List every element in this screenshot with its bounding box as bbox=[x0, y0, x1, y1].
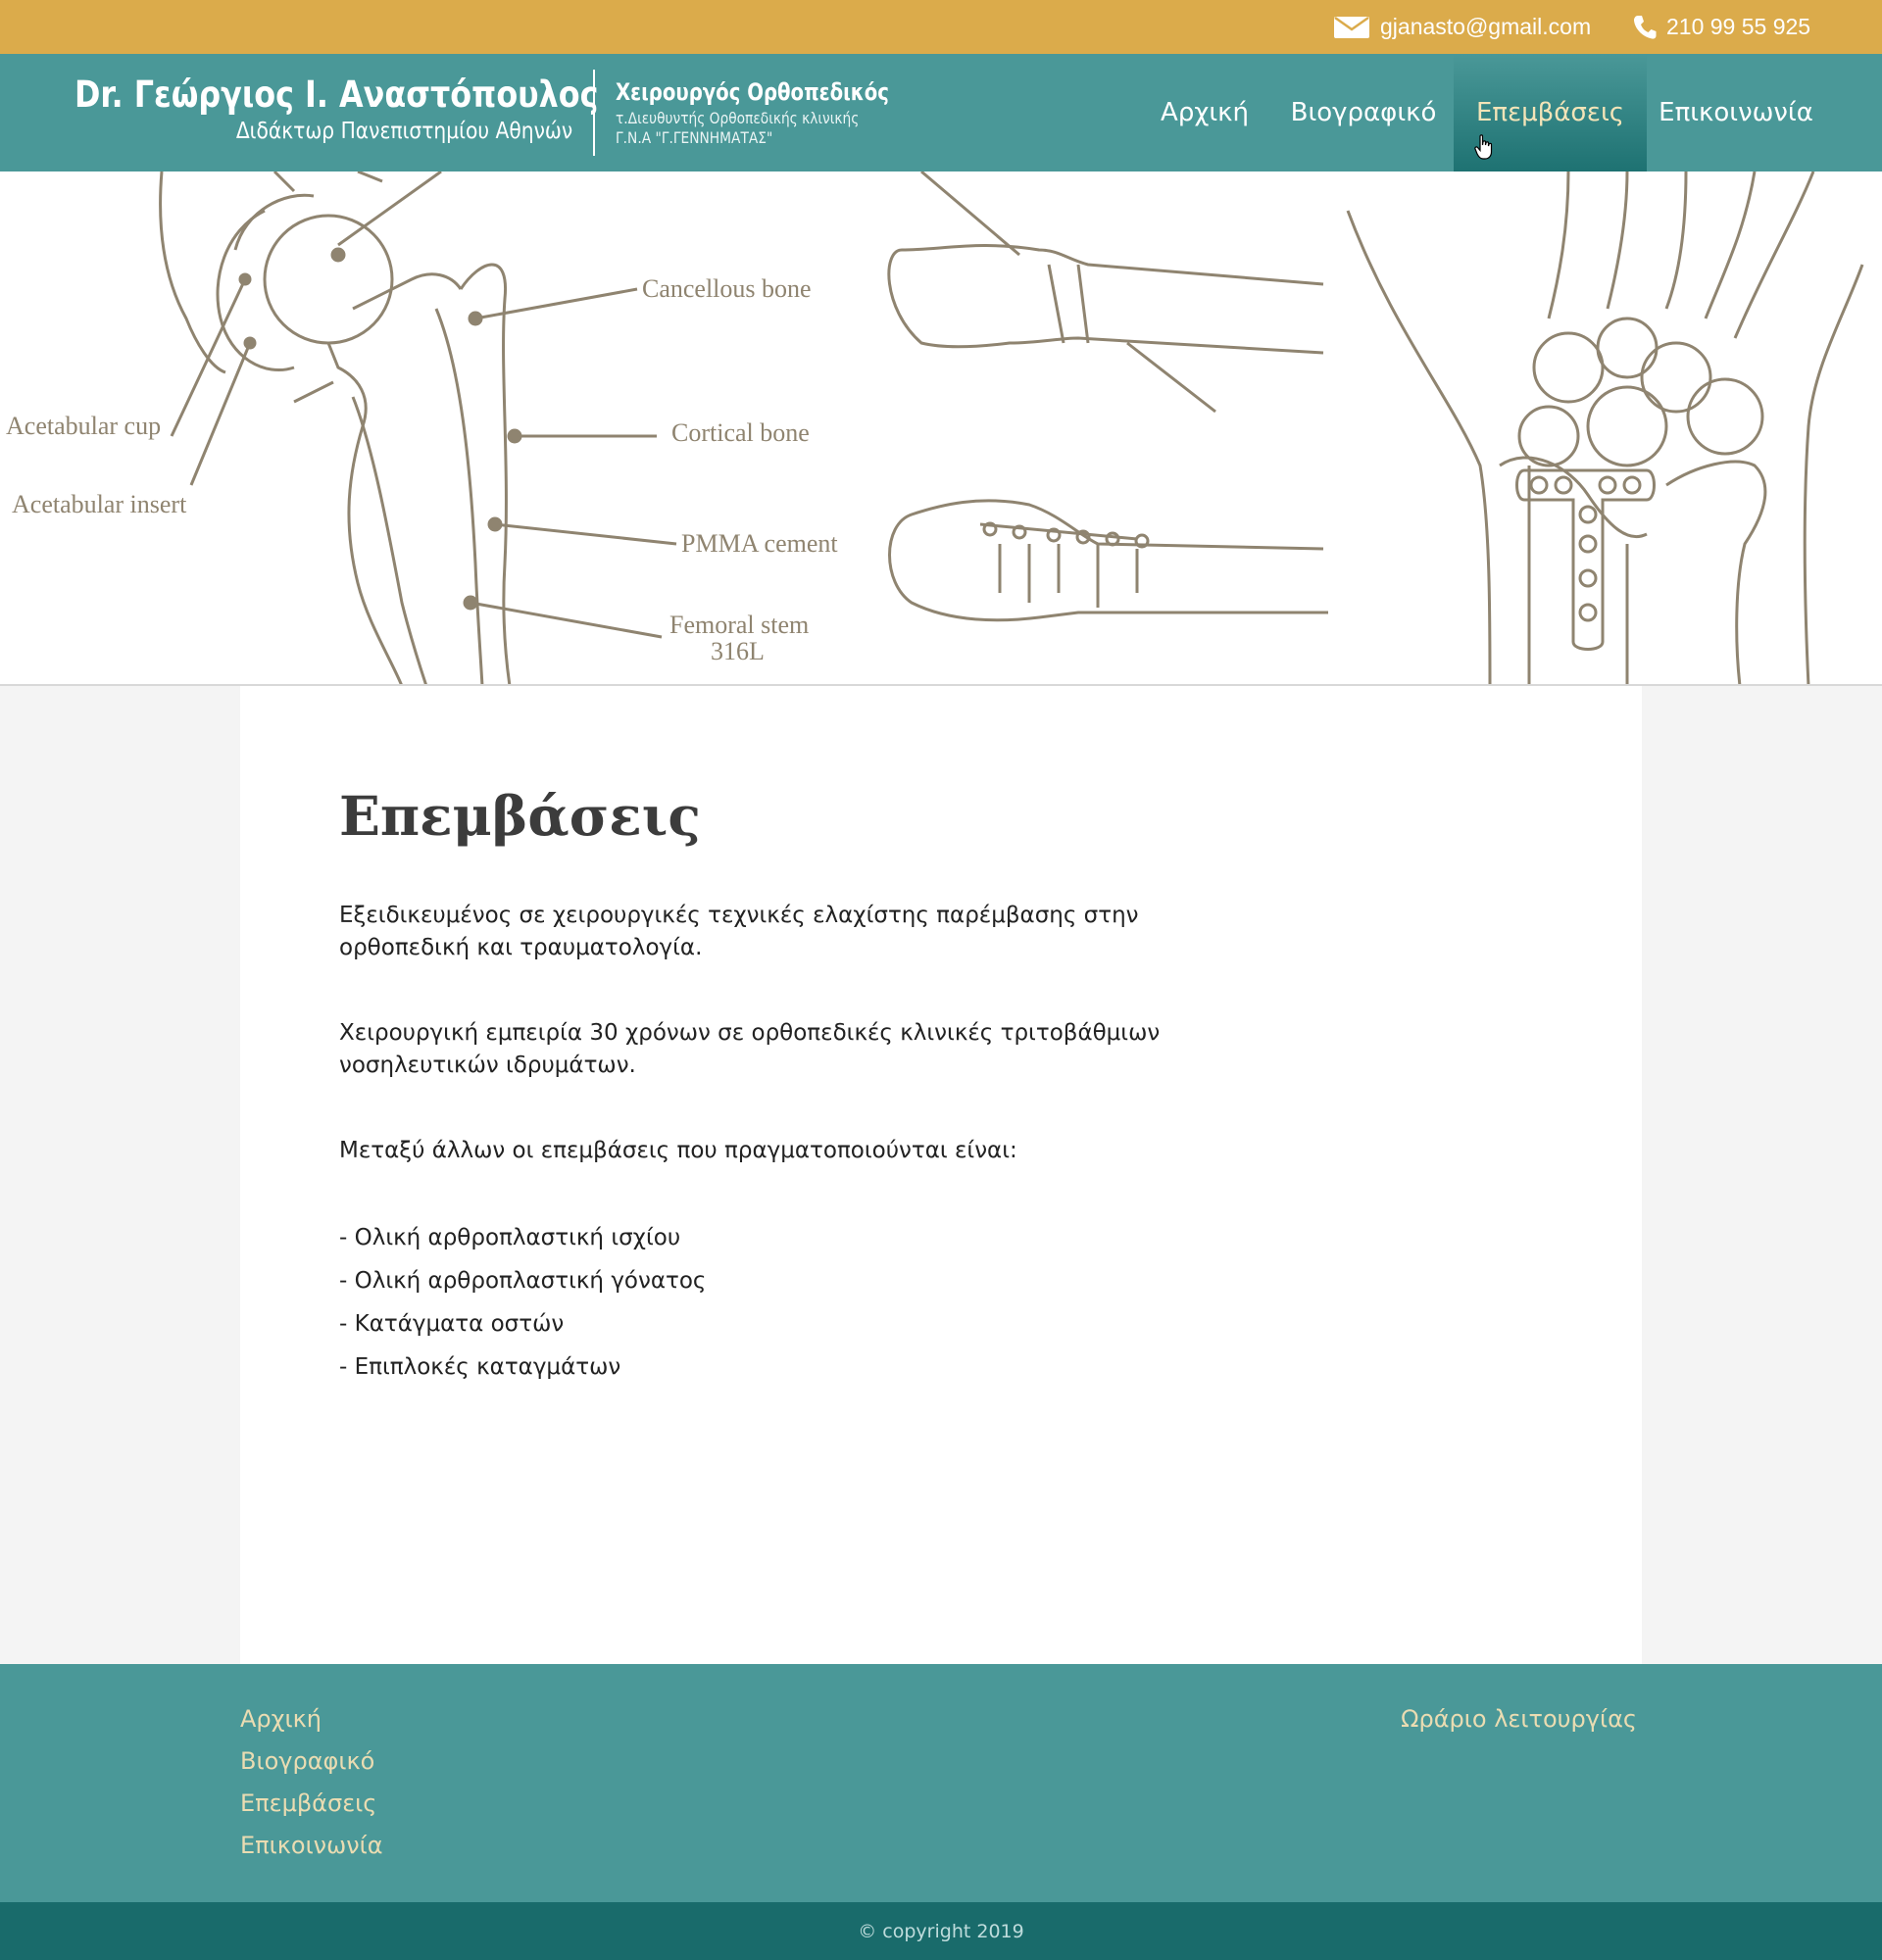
operations-list: - Ολική αρθροπλαστική ισχίου - Ολική αρθ… bbox=[339, 1220, 706, 1393]
doctor-name[interactable]: Dr. Γεώργιος Ι. Αναστόπουλος bbox=[74, 74, 599, 116]
footer-link-home[interactable]: Αρχική bbox=[240, 1703, 383, 1745]
phone-contact[interactable]: 210 99 55 925 bbox=[1633, 0, 1810, 54]
site-header: Dr. Γεώργιος Ι. Αναστόπουλος Διδάκτωρ Πα… bbox=[0, 54, 1882, 172]
footer-link-contact[interactable]: Επικοινωνία bbox=[240, 1830, 383, 1872]
label-acetabular-insert: Acetabular insert bbox=[12, 490, 187, 518]
label-cancellous-bone: Cancellous bone bbox=[642, 274, 812, 303]
footer-link-hours[interactable]: Ωράριο λειτουργίας bbox=[1401, 1703, 1637, 1735]
intro-paragraph: Εξειδικευμένος σε χειρουργικές τεχνικές … bbox=[339, 903, 1139, 960]
footer-link-operations[interactable]: Επεμβάσεις bbox=[240, 1788, 383, 1830]
bone-illustration bbox=[159, 172, 1864, 684]
doctor-title: Διδάκτωρ Πανεπιστημίου Αθηνών bbox=[235, 119, 572, 144]
nav-contact[interactable]: Επικοινωνία bbox=[1659, 54, 1813, 172]
specialty: Χειρουργός Ορθοπεδικός bbox=[616, 78, 889, 106]
footer-nav: Αρχική Βιογραφικό Επεμβάσεις Επικοινωνία bbox=[240, 1703, 383, 1872]
list-item: - Επιπλοκές καταγμάτων bbox=[339, 1354, 621, 1380]
site-footer: Αρχική Βιογραφικό Επεμβάσεις Επικοινωνία… bbox=[0, 1664, 1882, 1902]
phone-text[interactable]: 210 99 55 925 bbox=[1666, 14, 1810, 40]
label-pmma-cement: PMMA cement bbox=[681, 529, 838, 558]
list-item: - Ολική αρθροπλαστική ισχίου bbox=[339, 1225, 681, 1250]
top-contact-bar: gjanasto@gmail.com 210 99 55 925 bbox=[0, 0, 1882, 54]
hero-orthopedic-illustration: Acetabular cup Acetabular insert Cancell… bbox=[0, 172, 1882, 686]
nav-home[interactable]: Αρχική bbox=[1147, 54, 1263, 172]
label-femoral-stem-grade: 316L bbox=[711, 637, 765, 665]
hand-cursor-icon bbox=[1474, 134, 1493, 160]
email-contact[interactable]: gjanasto@gmail.com bbox=[1333, 0, 1591, 54]
nav-biography[interactable]: Βιογραφικό bbox=[1290, 54, 1437, 172]
position-line-2: Γ.Ν.Α "Γ.ΓΕΝΝΗΜΑΤΑΣ" bbox=[616, 128, 773, 147]
label-cortical-bone: Cortical bone bbox=[671, 418, 810, 447]
list-item: - Ολική αρθροπλαστική γόνατος bbox=[339, 1268, 707, 1294]
phone-icon bbox=[1633, 15, 1657, 39]
brand-divider bbox=[593, 70, 595, 156]
envelope-icon bbox=[1334, 16, 1369, 38]
list-item: - Κατάγματα οστών bbox=[339, 1311, 565, 1337]
email-text[interactable]: gjanasto@gmail.com bbox=[1380, 14, 1591, 40]
operations-intro: Μεταξύ άλλων οι επεμβάσεις που πραγματοπ… bbox=[339, 1138, 1017, 1163]
copyright: © copyright 2019 bbox=[0, 1902, 1882, 1960]
position-line-1: τ.Διευθυντής Ορθοπεδικής κλινικής bbox=[616, 109, 860, 127]
footer-link-biography[interactable]: Βιογραφικό bbox=[240, 1745, 383, 1788]
label-femoral-stem: Femoral stem bbox=[669, 611, 810, 639]
page-title: Επεμβάσεις bbox=[339, 784, 701, 848]
experience-paragraph: Χειρουργική εμπειρία 30 χρόνων σε ορθοπε… bbox=[339, 1020, 1161, 1078]
label-acetabular-cup: Acetabular cup bbox=[6, 412, 162, 440]
